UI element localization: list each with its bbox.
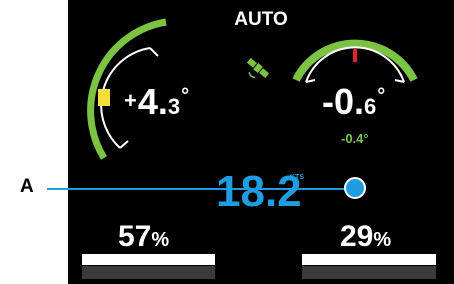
heading-degree: ° bbox=[377, 85, 386, 107]
heading-decimal: 6 bbox=[364, 94, 377, 119]
heading-integer: 0 bbox=[334, 81, 355, 122]
satellite-icon bbox=[246, 57, 270, 79]
heading-sign: - bbox=[322, 81, 334, 122]
heading-sub-readout: -0.4° bbox=[341, 131, 369, 146]
right-level-bar-track bbox=[302, 266, 436, 279]
left-level-bar-track bbox=[82, 266, 215, 279]
callout-label: A bbox=[20, 176, 34, 197]
instrument-display: AUTO +4.3° -0.6° -0.4° 18.2 KTS 57% 29% bbox=[68, 0, 454, 284]
speed-value: 18.2 bbox=[216, 167, 302, 216]
left-level-unit: % bbox=[151, 229, 170, 251]
heading-marker bbox=[353, 49, 357, 62]
heel-marker bbox=[98, 89, 110, 106]
left-level-value: 57 bbox=[118, 220, 152, 253]
heel-readout: +4.3° bbox=[124, 81, 190, 122]
heel-gauge-tick-bottom bbox=[119, 140, 129, 149]
callout-dot bbox=[344, 177, 366, 199]
heel-degree: ° bbox=[181, 85, 190, 107]
heading-readout: -0.6° bbox=[322, 81, 386, 122]
right-level-readout: 29% bbox=[340, 222, 391, 255]
heel-decimal: 3 bbox=[167, 94, 181, 119]
right-level-bar-fill bbox=[302, 254, 436, 265]
heel-integer: 4 bbox=[137, 81, 158, 122]
callout-line bbox=[47, 188, 357, 190]
speed-unit: KTS bbox=[290, 174, 304, 181]
right-level-unit: % bbox=[373, 229, 392, 251]
left-level-bar-fill bbox=[82, 254, 215, 265]
right-level-value: 29 bbox=[340, 220, 374, 253]
stage: AUTO +4.3° -0.6° -0.4° 18.2 KTS 57% 29% … bbox=[0, 0, 454, 284]
heel-gauge-tick-top bbox=[149, 47, 159, 57]
left-level-readout: 57% bbox=[118, 222, 169, 255]
autopilot-mode-label: AUTO bbox=[234, 9, 288, 30]
heel-sign: + bbox=[124, 88, 137, 113]
